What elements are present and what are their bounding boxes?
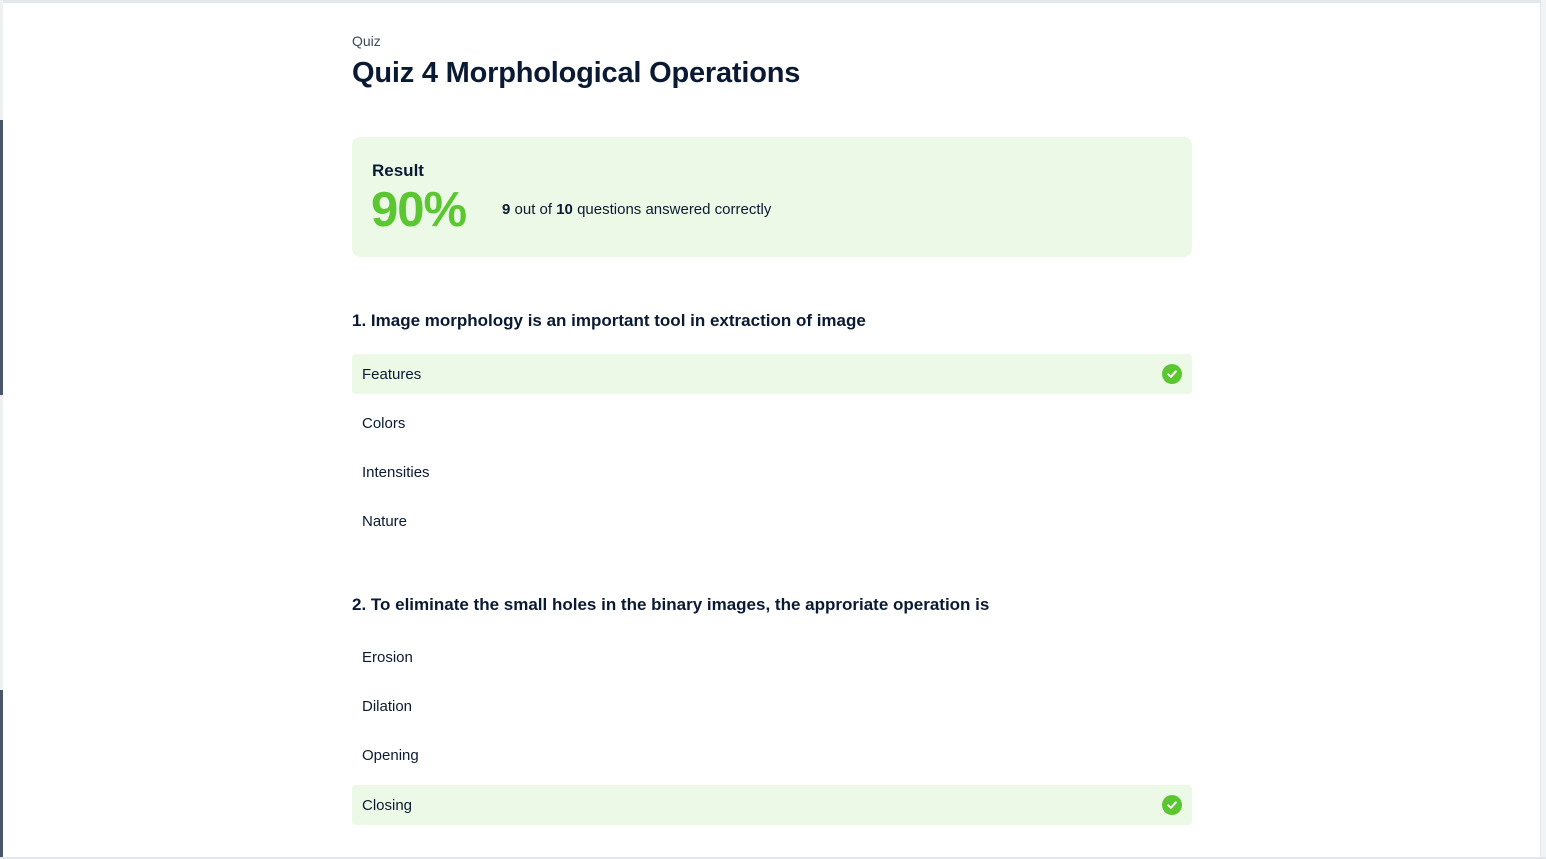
question-2-option-erosion[interactable]: Erosion	[352, 637, 1192, 677]
question-1-text: 1. Image morphology is an important tool…	[352, 311, 866, 330]
summary-suffix: questions answered correctly	[577, 201, 772, 218]
question-2-option-closing[interactable]: Closing	[352, 785, 1192, 825]
question-2-option-dilation[interactable]: Dilation	[352, 686, 1192, 726]
check-circle-icon	[1162, 795, 1182, 815]
breadcrumb[interactable]: Quiz	[352, 33, 381, 49]
option-label: Nature	[362, 512, 408, 530]
scrollbar-track[interactable]	[1540, 0, 1546, 859]
question-2-text: 2. To eliminate the small holes in the b…	[352, 595, 990, 614]
result-card	[352, 137, 1192, 257]
option-label: Colors	[362, 414, 406, 432]
page-title: Quiz 4 Morphological Operations	[352, 57, 801, 89]
total-count: 10	[556, 201, 573, 218]
option-label: Dilation	[362, 697, 413, 715]
out-of-text: out of	[514, 201, 553, 218]
window-top-border	[0, 0, 1546, 3]
left-panel-edge	[0, 120, 3, 395]
left-panel-edge-lower	[0, 690, 3, 859]
question-1-option-intensities[interactable]: Intensities	[352, 452, 1192, 492]
option-label: Erosion	[362, 648, 413, 666]
question-1-option-features[interactable]: Features	[352, 354, 1192, 394]
option-label: Closing	[362, 796, 413, 814]
question-2-option-opening[interactable]: Opening	[352, 735, 1192, 775]
result-score: 90%	[371, 183, 467, 237]
option-label: Intensities	[362, 463, 430, 481]
correct-count: 9	[502, 201, 511, 218]
result-label: Result	[372, 161, 424, 180]
option-label: Opening	[362, 746, 419, 764]
question-1-option-nature[interactable]: Nature	[352, 501, 1192, 541]
question-1-option-colors[interactable]: Colors	[352, 403, 1192, 443]
option-label: Features	[362, 365, 422, 383]
result-summary: 9 out of 10 questions answered correctly	[502, 201, 771, 218]
check-circle-icon	[1162, 364, 1182, 384]
